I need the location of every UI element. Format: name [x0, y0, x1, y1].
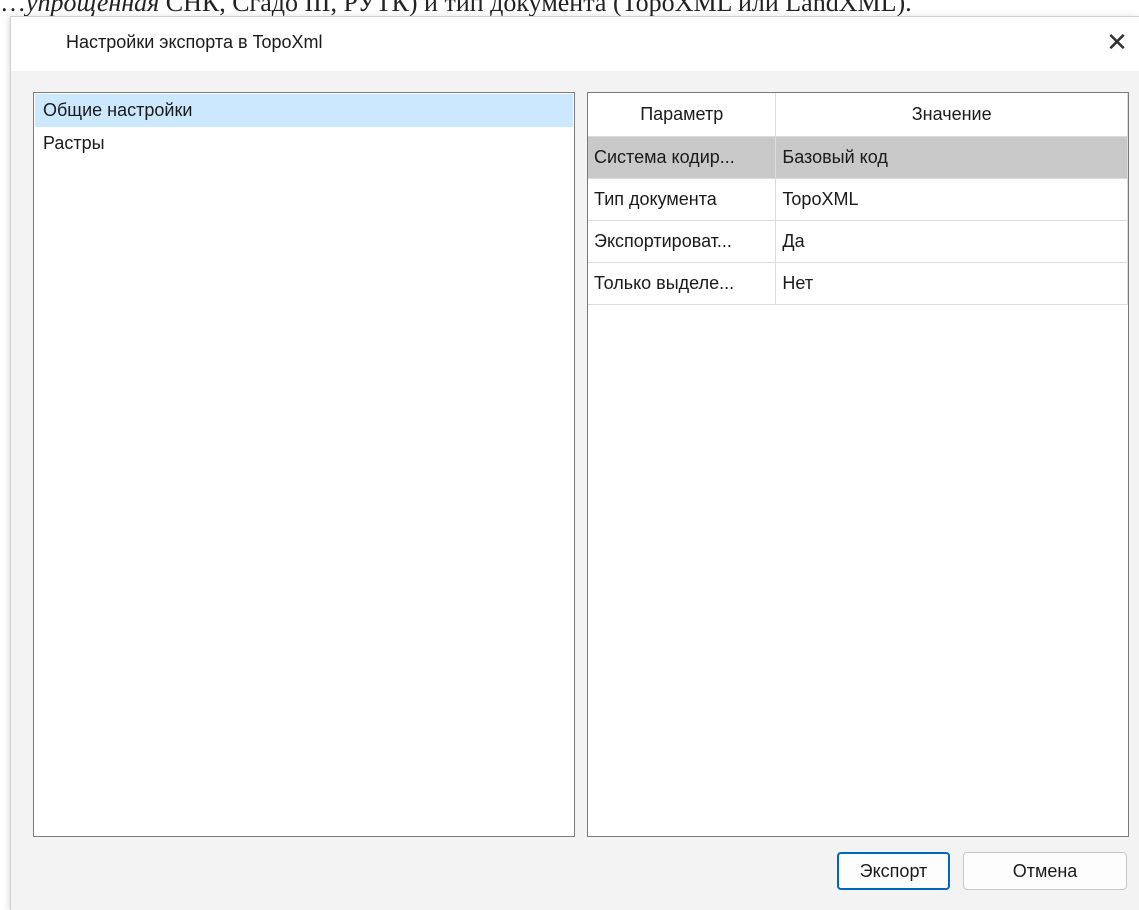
close-icon[interactable]: ✕	[1094, 17, 1139, 67]
value-cell[interactable]: Базовый код	[775, 136, 1128, 179]
export-settings-dialog: Настройки экспорта в TopoXml ✕ Общие нас…	[10, 16, 1139, 910]
column-header-value[interactable]: Значение	[775, 93, 1128, 137]
tree-item-general-settings[interactable]: Общие настройки	[35, 94, 573, 127]
cancel-button[interactable]: Отмена	[963, 852, 1127, 890]
param-cell[interactable]: Только выделе...	[588, 262, 777, 305]
background-text-prefix: …	[0, 0, 26, 17]
table-row[interactable]: Система кодир... Базовый код	[588, 136, 1128, 179]
value-cell[interactable]: TopoXML	[775, 178, 1128, 221]
settings-category-tree: Общие настройки Растры	[33, 92, 575, 837]
background-text-rest: СНК, Сгадо III, РУТК) и тип документа (T…	[159, 0, 912, 17]
column-header-parameter[interactable]: Параметр	[588, 93, 777, 137]
value-cell[interactable]: Да	[775, 220, 1128, 263]
dialog-title: Настройки экспорта в TopoXml	[66, 32, 323, 52]
param-cell[interactable]: Экспортироват...	[588, 220, 777, 263]
param-cell[interactable]: Система кодир...	[588, 136, 777, 179]
background-text-italic: упрощенная	[26, 0, 160, 17]
property-grid: Параметр Значение Система кодир... Базов…	[587, 92, 1129, 837]
param-cell[interactable]: Тип документа	[588, 178, 777, 221]
value-cell[interactable]: Нет	[775, 262, 1128, 305]
table-row[interactable]: Тип документа TopoXML	[588, 178, 1128, 221]
export-button[interactable]: Экспорт	[837, 852, 950, 890]
property-table: Параметр Значение Система кодир... Базов…	[588, 93, 1128, 305]
dialog-titlebar: Настройки экспорта в TopoXml ✕	[11, 17, 1139, 71]
table-row[interactable]: Экспортироват... Да	[588, 220, 1128, 263]
table-row[interactable]: Только выделе... Нет	[588, 262, 1128, 305]
property-table-header: Параметр Значение	[588, 93, 1128, 137]
tree-item-rasters[interactable]: Растры	[35, 127, 573, 160]
